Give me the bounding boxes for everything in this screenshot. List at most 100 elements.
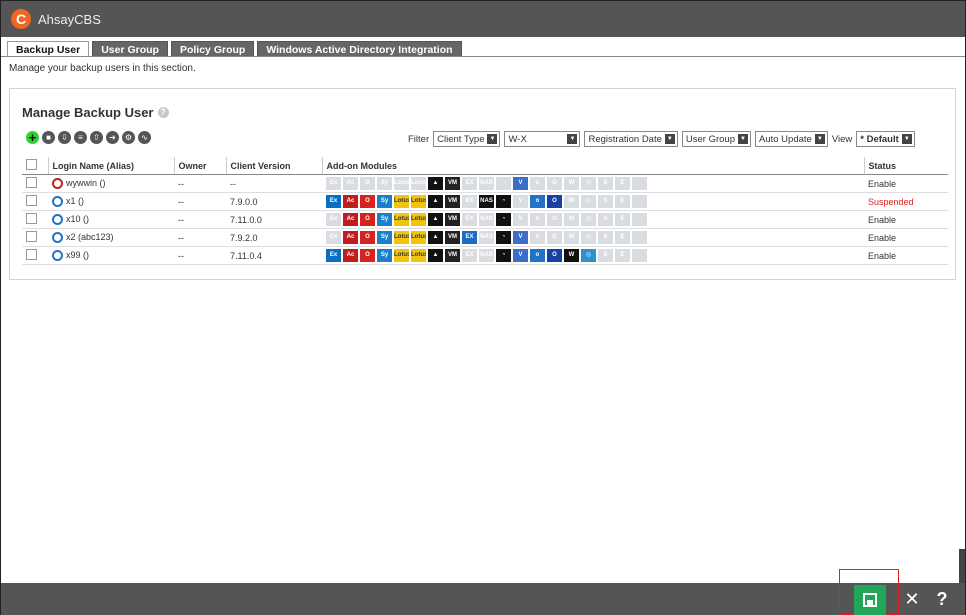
module-6-icon: ▲ [428, 213, 443, 226]
module-0-icon: Ex [326, 249, 341, 262]
module-11-icon: V [513, 177, 528, 190]
module-10-icon: ◔ [496, 177, 511, 190]
module-4-icon: Lotus [394, 231, 409, 244]
help-button[interactable]: ? [931, 587, 953, 611]
login-name-link[interactable]: x2 (abc123) [66, 232, 114, 242]
tab-backup-user[interactable]: Backup User [7, 41, 90, 57]
header-client-version[interactable]: Client Version [226, 157, 323, 175]
module-15-icon: ◎ [581, 195, 596, 208]
module-5-icon: Lotus [411, 177, 426, 190]
row-checkbox[interactable] [26, 195, 37, 206]
range-value: W-X [508, 133, 527, 145]
header-owner[interactable]: Owner [174, 157, 227, 175]
module-3-icon: Sy [377, 213, 392, 226]
user-type-icon [52, 232, 63, 244]
select-all-header [22, 157, 49, 175]
help-icon[interactable]: ? [157, 107, 169, 118]
module-0-icon: Ex [326, 231, 341, 244]
module-8-icon: EX [462, 249, 477, 262]
module-18-icon [632, 231, 647, 244]
import-icon[interactable]: ⇩ [58, 131, 71, 144]
login-name-link[interactable]: x1 () [66, 196, 84, 206]
user-migrate-icon[interactable]: ⚙ [122, 131, 135, 144]
row-checkbox[interactable] [26, 213, 37, 224]
module-6-icon: ▲ [428, 195, 443, 208]
row-checkbox[interactable] [26, 231, 37, 242]
save-icon [863, 593, 877, 607]
module-3-icon: Sy [377, 195, 392, 208]
tab-windows-ad-integration[interactable]: Windows Active Directory Integration [257, 41, 462, 57]
module-11-icon: V [513, 249, 528, 262]
view-select[interactable]: * Default ▼ [856, 131, 915, 147]
module-5-icon: Lotus [411, 213, 426, 226]
add-on-modules-cell: Ex Ac O Sy Lotus Lotus ▲ VM EX NAS ◔ Vo O W ◎ S E [322, 174, 864, 193]
batch-edit-icon[interactable]: ≡ [74, 131, 87, 144]
login-name-link[interactable]: x99 () [66, 250, 89, 260]
module-14-icon: W [564, 231, 579, 244]
add-on-modules-cell: Ex Ac O Sy Lotus Lotus ▲ VM EX NAS ◔ Vo O W ◎ S E [322, 210, 864, 229]
module-14-icon: W [564, 213, 579, 226]
client-version-cell: -- [226, 174, 322, 193]
row-checkbox[interactable] [26, 177, 37, 188]
module-7-icon: VM [445, 249, 460, 262]
table-row[interactable]: x1 () -- 7.9.0.0 Ex Ac O Sy Lotus Lotus ▲ VM EX NAS ◔… [22, 192, 948, 211]
module-9-icon: NAS [479, 213, 494, 226]
module-list: Ex Ac O Sy Lotus Lotus ▲ VM EX NAS ◔ Vo O W ◎ S E [326, 195, 860, 208]
header-login-name[interactable]: Login Name (Alias) [48, 157, 175, 175]
range-select[interactable]: W-X ▼ [504, 131, 581, 147]
module-7-icon: VM [445, 195, 460, 208]
tab-user-group[interactable]: User Group [92, 41, 168, 57]
module-12-icon: o [530, 177, 545, 190]
module-18-icon [632, 249, 647, 262]
export-icon[interactable]: ➜ [106, 131, 119, 144]
select-all-checkbox[interactable] [26, 159, 37, 170]
module-5-icon: Lotus [411, 231, 426, 244]
module-15-icon: ◎ [581, 231, 596, 244]
auto-update-value: Auto Update [759, 133, 812, 145]
save-button-face[interactable] [854, 585, 886, 615]
login-name-link[interactable]: wywwin () [66, 178, 106, 188]
filter-bar: Filter Client Type ▼ W-X ▼ Registration Da… [408, 131, 915, 147]
chevron-down-icon: ▼ [567, 134, 578, 144]
module-17-icon: E [615, 213, 630, 226]
close-button[interactable]: ✕ [901, 587, 923, 611]
registration-date-select[interactable]: Registration Date ▼ [584, 131, 678, 147]
module-2-icon: O [360, 177, 375, 190]
tab-policy-group[interactable]: Policy Group [170, 41, 255, 57]
user-type-icon [52, 214, 63, 226]
table-row[interactable]: x99 () -- 7.11.0.4 Ex Ac O Sy Lotus Lotus ▲ VM EX NA… [22, 246, 948, 265]
client-type-select[interactable]: Client Type ▼ [433, 131, 501, 147]
row-checkbox[interactable] [26, 249, 37, 260]
section-description: Manage your backup users in this section… [9, 63, 196, 74]
module-4-icon: Lotus [394, 249, 409, 262]
header-status[interactable]: Status [864, 157, 948, 175]
module-5-icon: Lotus [411, 195, 426, 208]
module-list: Ex Ac O Sy Lotus Lotus ▲ VM EX NAS ◔ Vo O W ◎ S E [326, 213, 860, 226]
module-3-icon: Sy [377, 177, 392, 190]
tab-divider [1, 56, 965, 57]
module-list: Ex Ac O Sy Lotus Lotus ▲ VM EX NAS ◔ Vo O W ◎ S E [326, 249, 860, 262]
user-toolbar: + ■ ⇩ ≡ ⇧ ➜ ⚙ ∿ [26, 131, 151, 144]
user-warning-icon [52, 178, 63, 190]
module-14-icon: W [564, 195, 579, 208]
upload-icon[interactable]: ⇧ [90, 131, 103, 144]
scrollbar[interactable] [959, 549, 965, 583]
module-18-icon [632, 177, 647, 190]
save-button[interactable] [839, 569, 899, 615]
module-11-icon: V [513, 195, 528, 208]
auto-update-select[interactable]: Auto Update ▼ [755, 131, 828, 147]
row-select-cell [22, 210, 48, 229]
module-10-icon: ◔ [496, 195, 511, 208]
table-row[interactable]: x10 () -- 7.11.0.0 Ex Ac O Sy Lotus Lotus ▲ VM EX NA… [22, 210, 948, 229]
report-icon[interactable]: ∿ [138, 131, 151, 144]
table-row[interactable]: x2 (abc123) -- 7.9.2.0 Ex Ac O Sy Lotus Lotus ▲ VM… [22, 228, 948, 247]
module-17-icon: E [615, 177, 630, 190]
user-group-select[interactable]: User Group ▼ [681, 131, 751, 147]
add-icon[interactable]: + [26, 131, 39, 144]
login-name-link[interactable]: x10 () [66, 214, 89, 224]
delete-icon[interactable]: ■ [42, 131, 55, 144]
module-4-icon: Lotus [394, 195, 409, 208]
module-7-icon: VM [445, 213, 460, 226]
table-row[interactable]: wywwin () -- -- Ex Ac O Sy Lotus Lotus ▲ VM EX NAS ◔ V… [22, 174, 948, 193]
module-13-icon: O [547, 177, 562, 190]
